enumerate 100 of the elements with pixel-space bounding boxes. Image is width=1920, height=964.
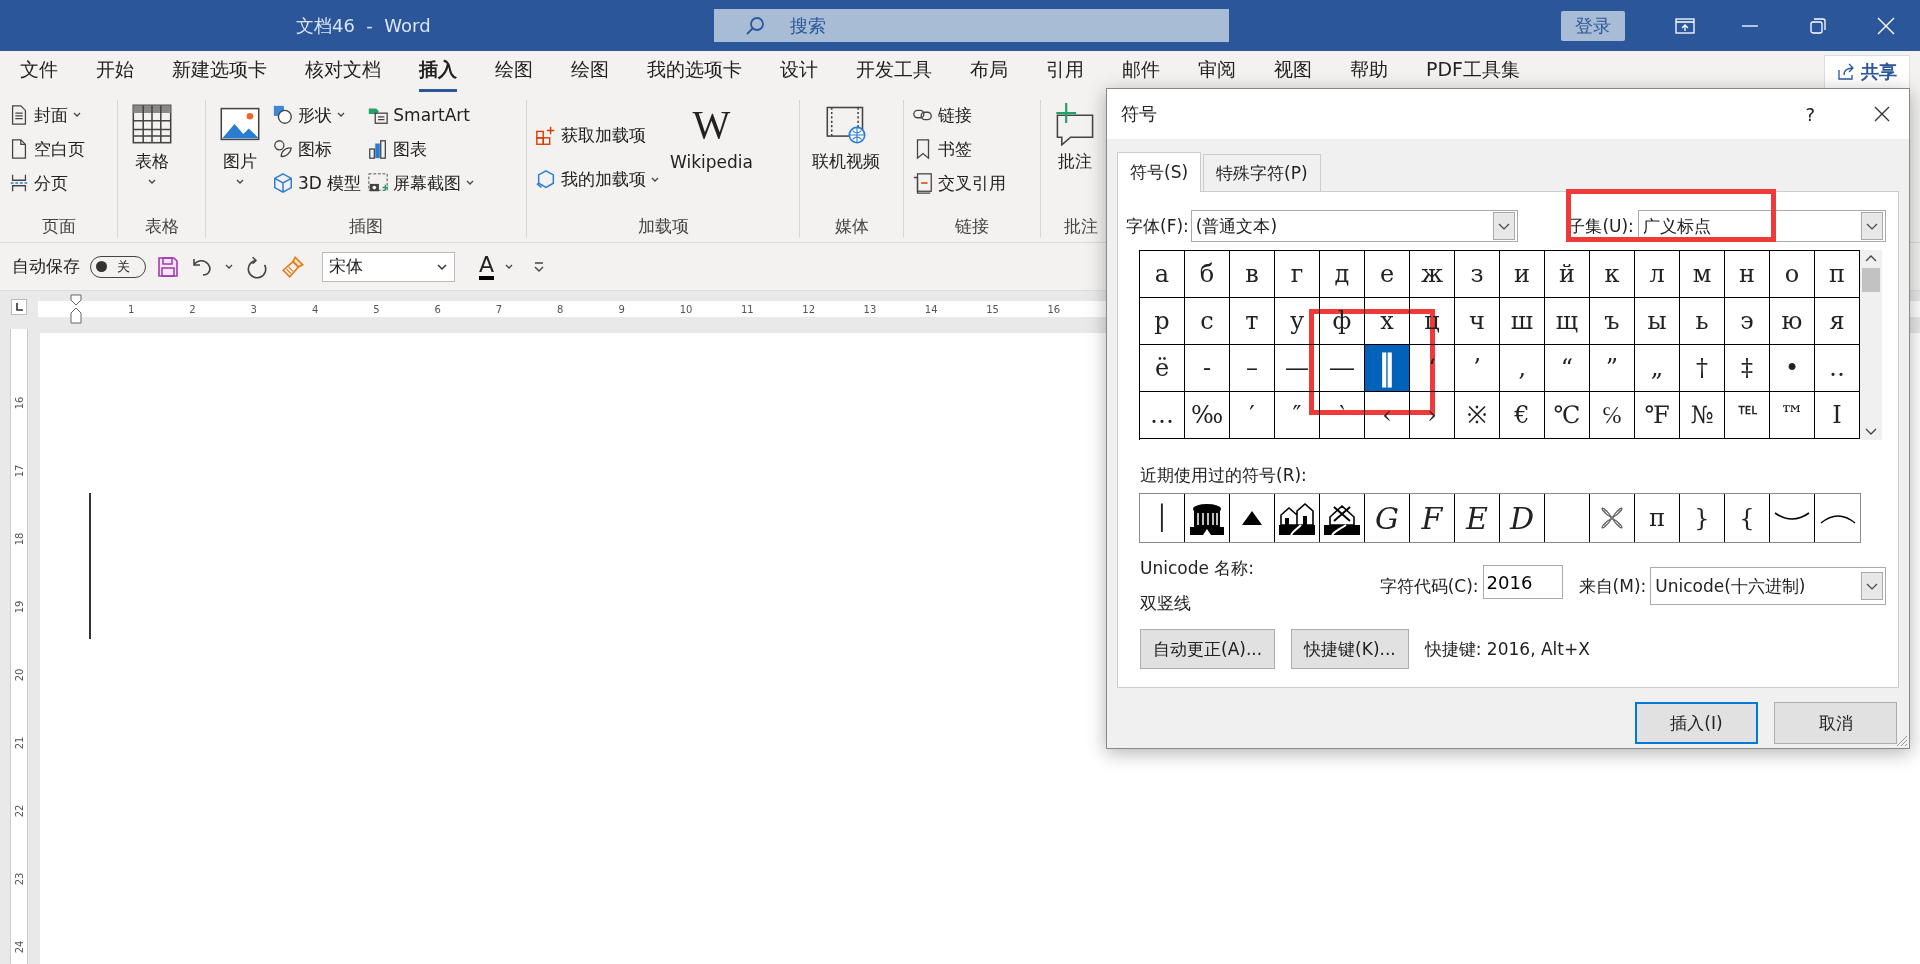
symbol-cell[interactable]: г — [1275, 251, 1320, 298]
symbol-cell[interactable]: т — [1230, 298, 1275, 345]
symbol-cell[interactable]: ℃ — [1545, 392, 1590, 439]
symbol-cell[interactable]: € — [1500, 392, 1545, 439]
brush-icon[interactable] — [280, 253, 306, 280]
dialog-button[interactable]: 取消 — [1774, 702, 1897, 744]
symbol-cell[interactable]: • — [1770, 345, 1815, 392]
ribbon-tab[interactable]: 核对文档 — [305, 51, 381, 92]
symbol-cell[interactable]: № — [1680, 392, 1725, 439]
ribbon-tab[interactable]: 引用 — [1046, 51, 1084, 92]
dialog-tab[interactable]: 符号(S) — [1117, 152, 1202, 192]
search-field[interactable]: 搜索 — [788, 8, 1229, 43]
symbol-cell[interactable]: ю — [1770, 298, 1815, 345]
symbol-cell[interactable]: ℅ — [1590, 392, 1635, 439]
ribbon-button[interactable]: 形状 — [272, 100, 362, 130]
symbol-cell[interactable]: э — [1725, 298, 1770, 345]
ribbon-button[interactable]: 联机视频 — [808, 100, 884, 215]
dialog-tab[interactable]: 特殊字符(P) — [1203, 154, 1321, 191]
symbol-cell[interactable]: з — [1455, 251, 1500, 298]
font-dropdown[interactable]: 宋体 — [322, 251, 455, 282]
symbol-cell[interactable]: щ — [1545, 298, 1590, 345]
symbol-cell[interactable]: “ — [1545, 345, 1590, 392]
character-code-field[interactable]: 2016 — [1482, 565, 1563, 599]
close-icon[interactable] — [1873, 105, 1891, 123]
ribbon-button[interactable]: 空白页 — [8, 134, 109, 164]
ribbon-button[interactable]: 获取加载项 — [535, 120, 660, 151]
symbol-cell[interactable]: ж — [1410, 251, 1455, 298]
ribbon-tab[interactable]: 邮件 — [1122, 51, 1160, 92]
ribbon-button[interactable]: 链接 — [912, 100, 1032, 130]
symbol-cell[interactable]: † — [1680, 345, 1725, 392]
symbol-cell[interactable]: ℉ — [1635, 392, 1680, 439]
ribbon-tab[interactable]: 绘图 — [495, 51, 533, 92]
ribbon-button[interactable]: 我的加载项 — [535, 164, 660, 195]
autocorrect-button[interactable]: 自动更正(A)... — [1140, 629, 1276, 669]
ribbon-tab[interactable]: 设计 — [780, 51, 818, 92]
indent-marker-icon[interactable] — [70, 294, 82, 324]
symbol-cell[interactable]: е — [1365, 251, 1410, 298]
recent-symbol-cell[interactable]: F — [1410, 494, 1455, 542]
symbol-cell[interactable]: ь — [1680, 298, 1725, 345]
symbol-cell[interactable]: ш — [1500, 298, 1545, 345]
symbol-cell[interactable]: „ — [1635, 345, 1680, 392]
ribbon-tab[interactable]: 新建选项卡 — [172, 51, 267, 92]
symbol-cell[interactable]: и — [1500, 251, 1545, 298]
ribbon-button[interactable]: 3D 模型 — [272, 168, 362, 198]
symbol-cell[interactable]: … — [1140, 392, 1185, 439]
symbol-cell[interactable]: м — [1680, 251, 1725, 298]
symbol-cell[interactable]: ′ — [1230, 392, 1275, 439]
ribbon-tab[interactable]: 审阅 — [1198, 51, 1236, 92]
from-select[interactable]: Unicode(十六进制) — [1650, 567, 1886, 605]
symbol-cell[interactable]: в — [1230, 251, 1275, 298]
symbol-cell[interactable]: ※ — [1455, 392, 1500, 439]
ribbon-tab[interactable]: 布局 — [970, 51, 1008, 92]
symbol-cell[interactable]: ф — [1320, 298, 1365, 345]
dialog-button[interactable]: 插入(I) — [1635, 702, 1758, 744]
help-button[interactable]: ? — [1805, 103, 1815, 125]
symbol-cell[interactable]: н — [1725, 251, 1770, 298]
tab-stop-icon[interactable] — [11, 299, 27, 315]
symbol-cell[interactable]: ‵ — [1320, 392, 1365, 439]
sign-in-button[interactable]: 登录 — [1561, 10, 1625, 41]
ribbon-tab[interactable]: 文件 — [20, 51, 58, 92]
recent-symbol-cell[interactable]: } — [1680, 494, 1725, 542]
shortcut-key-button[interactable]: 快捷键(K)... — [1291, 629, 1409, 669]
symbol-cell[interactable]: д — [1320, 251, 1365, 298]
ribbon-button[interactable]: 图表 — [367, 134, 476, 164]
symbol-cell[interactable]: – — [1230, 345, 1275, 392]
recent-symbol-cell[interactable]: G — [1365, 494, 1410, 542]
recent-symbol-cell[interactable]: │ — [1140, 494, 1185, 542]
symbol-cell[interactable]: ъ — [1590, 298, 1635, 345]
symbol-cell[interactable]: — — [1275, 345, 1320, 392]
ribbon-button[interactable]: 封面 — [8, 100, 109, 130]
recent-symbol-cell[interactable]: { — [1725, 494, 1770, 542]
ribbon-display-icon[interactable] — [1675, 16, 1695, 35]
share-button[interactable]: 共享 — [1824, 54, 1910, 89]
ribbon-tab[interactable]: 视图 — [1274, 51, 1312, 92]
ribbon-button[interactable]: 批注 — [1049, 100, 1101, 215]
ribbon-button[interactable]: 图片 — [214, 100, 266, 215]
restore-icon[interactable] — [1809, 16, 1827, 35]
save-icon[interactable] — [156, 254, 180, 279]
recent-symbol-cell[interactable]: E — [1455, 494, 1500, 542]
ribbon-button[interactable]: 图标 — [272, 134, 362, 164]
symbol-cell[interactable]: ″ — [1275, 392, 1320, 439]
symbol-cell[interactable]: ™ — [1770, 392, 1815, 439]
font-color-button[interactable]: A — [479, 253, 495, 280]
ribbon-button[interactable]: 分页 — [8, 168, 109, 198]
symbol-cell[interactable]: о — [1770, 251, 1815, 298]
symbol-cell[interactable]: у — [1275, 298, 1320, 345]
symbol-cell[interactable]: л — [1635, 251, 1680, 298]
ribbon-button[interactable]: 表格 — [126, 100, 178, 215]
ribbon-tab[interactable]: 帮助 — [1350, 51, 1388, 92]
symbol-cell[interactable]: ’ — [1455, 345, 1500, 392]
ribbon-tab[interactable]: 我的选项卡 — [647, 51, 742, 92]
font-select[interactable]: (普通文本) — [1190, 210, 1519, 242]
ribbon-button[interactable]: 书签 — [912, 134, 1032, 164]
symbol-cell[interactable]: а — [1140, 251, 1185, 298]
symbol-cell[interactable]: й — [1545, 251, 1590, 298]
symbol-cell[interactable]: ℡ — [1725, 392, 1770, 439]
search-bar[interactable]: 搜索 — [714, 9, 1229, 42]
ribbon-tab[interactable]: 开始 — [96, 51, 134, 92]
symbol-cell[interactable]: ‘ — [1410, 345, 1455, 392]
recent-symbol-cell[interactable]: π — [1635, 494, 1680, 542]
